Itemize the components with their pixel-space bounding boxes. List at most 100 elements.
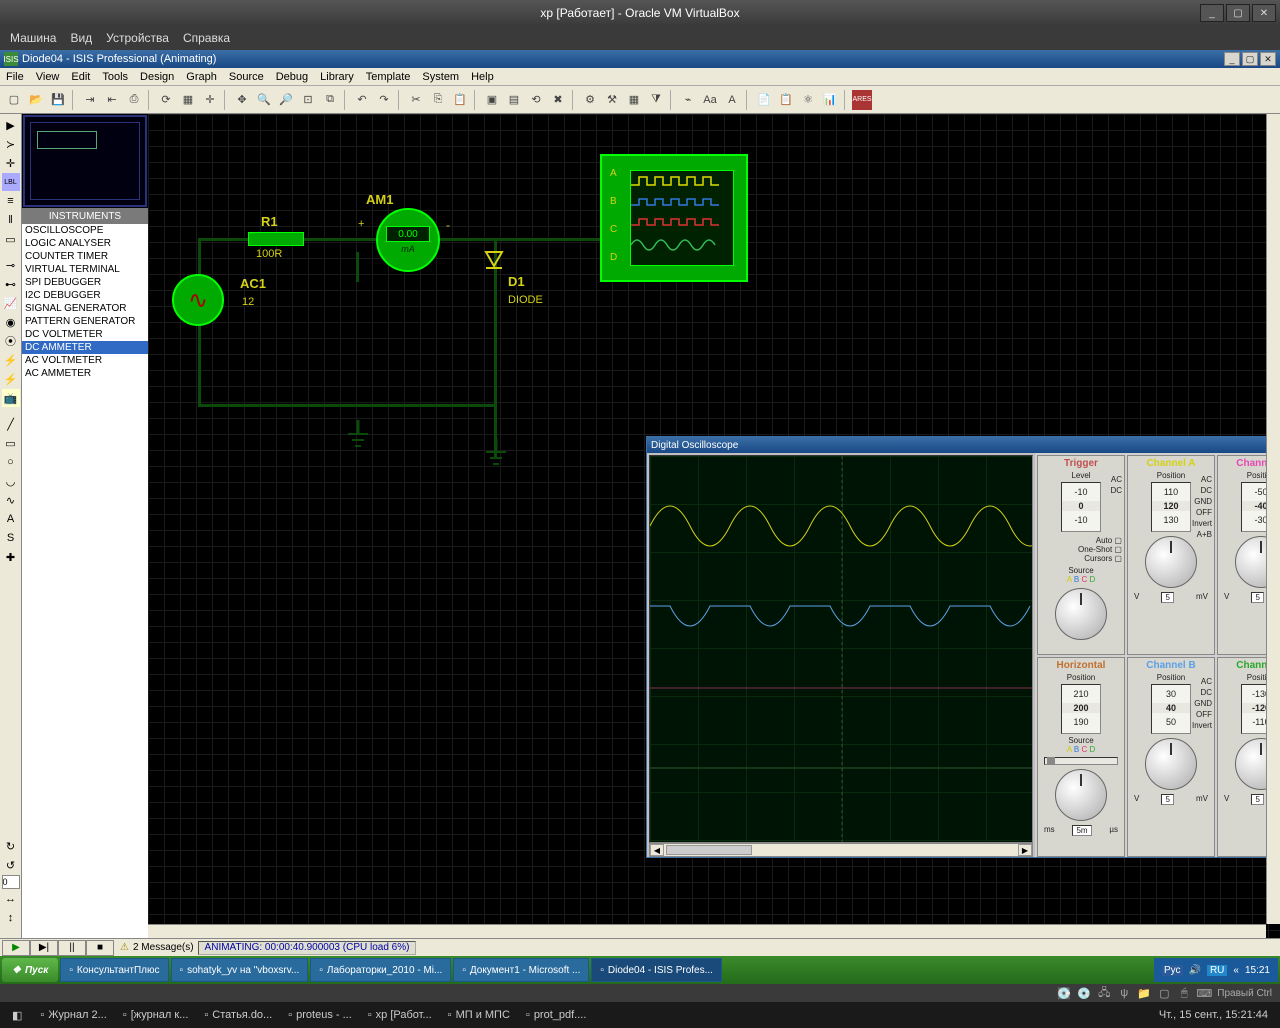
save-file-icon[interactable]: 💾 [48,90,68,110]
position-dial[interactable]: 210200190 [1061,684,1101,734]
host-taskbar-item[interactable]: ▫prot_pdf.... [518,1007,595,1023]
zoom-all-icon[interactable]: ⊡ [298,90,318,110]
vb-hdd-icon[interactable]: 💽 [1057,986,1071,1000]
guest-minimize-button[interactable]: _ [1224,52,1240,66]
circle-mode-icon[interactable]: ○ [2,453,20,471]
tray-clock[interactable]: 15:21 [1245,965,1270,976]
scope-window-titlebar[interactable]: Digital Oscilloscope ✕ [647,437,1280,453]
instrument-item[interactable]: AC AMMETER [22,367,148,380]
menu-design[interactable]: Design [140,71,174,83]
search-icon[interactable]: Aa [700,90,720,110]
taskbar-item[interactable]: ▫Документ1 - Microsoft ... [453,958,589,982]
instrument-item[interactable]: I2C DEBUGGER [22,289,148,302]
menu-debug[interactable]: Debug [276,71,308,83]
junction-mode-icon[interactable]: ✛ [2,154,20,172]
new-file-icon[interactable]: ▢ [4,90,24,110]
probe-i-icon[interactable]: ⚡ [2,370,20,388]
oscilloscope-component[interactable]: A B C D [600,154,748,282]
menu-source[interactable]: Source [229,71,264,83]
property-icon[interactable]: A [722,90,742,110]
host-menu-view[interactable]: Вид [70,31,92,45]
wire-autoroute-icon[interactable]: ⌁ [678,90,698,110]
guest-maximize-button[interactable]: ▢ [1242,52,1258,66]
host-taskbar-item[interactable]: ▫МП и МПС [440,1007,518,1023]
instrument-item[interactable]: SIGNAL GENERATOR [22,302,148,315]
host-taskbar-item[interactable]: ▫Статья.do... [196,1007,280,1023]
line-mode-icon[interactable]: ╱ [2,415,20,433]
block-delete-icon[interactable]: ✖ [548,90,568,110]
cut-icon[interactable]: ✂ [406,90,426,110]
taskbar-item[interactable]: ▫sohatyk_yv на "vboxsrv... [171,958,309,982]
ac-source-ac1[interactable]: ∿ [172,274,224,326]
pan-icon[interactable]: ✥ [232,90,252,110]
taskbar-item[interactable]: ▫Diode04 - ISIS Profes... [591,958,722,982]
mirror-h-icon[interactable]: ↔ [2,890,20,908]
decompose-icon[interactable]: ⧩ [646,90,666,110]
ammeter-am1[interactable]: 0.00 mA [376,208,440,272]
scope-crt[interactable] [649,455,1033,843]
report-icon[interactable]: 📄 [754,90,774,110]
host-taskbar-item[interactable]: ▫Журнал 2... [32,1007,114,1023]
mirror-v-icon[interactable]: ↕ [2,909,20,927]
position-dial[interactable]: 304050 [1151,684,1191,734]
menu-file[interactable]: File [6,71,24,83]
position-dial[interactable]: -100-10 [1061,482,1101,532]
start-button[interactable]: ❖Пуск [2,958,58,982]
make-device-icon[interactable]: ⚒ [602,90,622,110]
ground-symbol[interactable] [346,420,370,450]
menu-template[interactable]: Template [366,71,411,83]
path-mode-icon[interactable]: ∿ [2,491,20,509]
export-icon[interactable]: ⇤ [102,90,122,110]
import-icon[interactable]: ⇥ [80,90,100,110]
box-mode-icon[interactable]: ▭ [2,434,20,452]
component-mode-icon[interactable]: ≻ [2,135,20,153]
grid-icon[interactable]: ▦ [178,90,198,110]
probe-v-icon[interactable]: ⚡ [2,351,20,369]
resistor-r1[interactable] [248,232,304,246]
ground-symbol-2[interactable] [484,438,508,468]
instrument-item[interactable]: AC VOLTMETER [22,354,148,367]
canvas-vertical-scrollbar[interactable] [1266,114,1280,924]
generator-mode-icon[interactable]: ⦿ [2,332,20,350]
instrument-item[interactable]: VIRTUAL TERMINAL [22,263,148,276]
menu-edit[interactable]: Edit [71,71,90,83]
package-icon[interactable]: ▦ [624,90,644,110]
subcircuit-mode-icon[interactable]: ▭ [2,230,20,248]
system-tray[interactable]: Рус 🔊 RU « 15:21 [1154,958,1278,982]
pin-mode-icon[interactable]: ⊷ [2,275,20,293]
zoom-in-icon[interactable]: 🔍 [254,90,274,110]
host-menu-devices[interactable]: Устройства [106,31,169,45]
text-mode-icon[interactable]: ≡ [2,192,20,210]
menu-library[interactable]: Library [320,71,354,83]
diode-d1[interactable] [484,250,504,274]
menu-graph[interactable]: Graph [186,71,217,83]
host-taskbar-item[interactable]: ▫proteus - ... [280,1007,360,1023]
instrument-item[interactable]: LOGIC ANALYSER [22,237,148,250]
selection-mode-icon[interactable]: ▶ [2,116,20,134]
scale-knob[interactable] [1055,769,1107,821]
symbol-mode-icon[interactable]: S [2,529,20,547]
status-messages[interactable]: 2 Message(s) [133,942,194,953]
play-button[interactable]: ▶ [2,940,30,956]
undo-icon[interactable]: ↶ [352,90,372,110]
instrument-item[interactable]: DC VOLTMETER [22,328,148,341]
erc-icon[interactable]: 📋 [776,90,796,110]
bom-icon[interactable]: 📊 [820,90,840,110]
vb-mouse-icon[interactable]: 🖱 [1177,986,1191,1000]
zoom-out-icon[interactable]: 🔎 [276,90,296,110]
block-move-icon[interactable]: ▤ [504,90,524,110]
host-close-button[interactable]: ✕ [1252,4,1276,22]
host-show-desktop-icon[interactable]: ◧ [4,1007,30,1024]
instrument-item[interactable]: SPI DEBUGGER [22,276,148,289]
origin-icon[interactable]: ✛ [200,90,220,110]
tray-lang-badge[interactable]: RU [1207,965,1227,976]
host-minimize-button[interactable]: _ [1200,4,1224,22]
scale-knob[interactable] [1055,588,1107,640]
tray-lang-icon[interactable]: Рус [1162,965,1183,976]
schematic-canvas[interactable]: R1 100R AM1 0.00 mA + - AC1 12 ∿ D1 DIOD… [148,114,1280,938]
scope-horizontal-scrollbar[interactable]: ◀ ▶ [649,843,1033,857]
vb-net-icon[interactable]: 🖧 [1097,986,1111,1000]
menu-tools[interactable]: Tools [102,71,128,83]
host-taskbar-item[interactable]: ▫xp [Работ... [360,1007,440,1023]
copy-icon[interactable]: ⎘ [428,90,448,110]
